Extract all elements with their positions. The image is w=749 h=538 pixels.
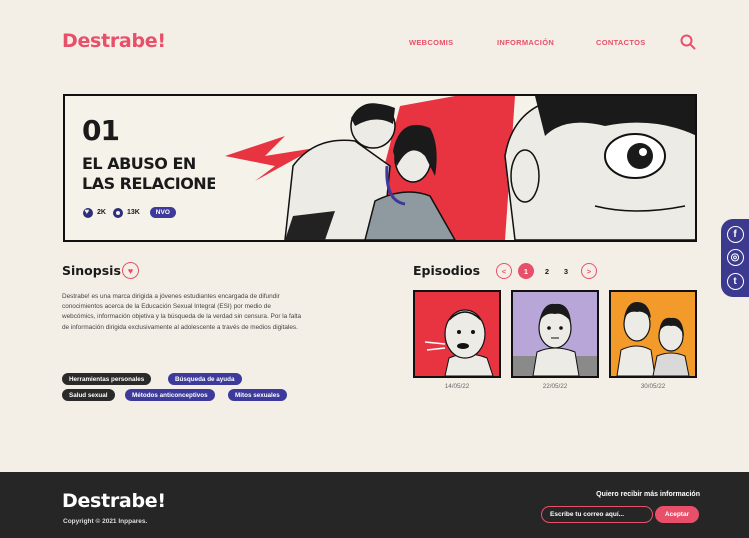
hero-title: EL ABUSO EN LAS RELACIONES [82, 154, 228, 194]
page-1[interactable]: 1 [518, 263, 534, 279]
tag-herramientas[interactable]: Herramientas personales [62, 373, 152, 385]
episode-2-illustration [513, 292, 597, 376]
tag-mitos[interactable]: Mitos sexuales [228, 389, 287, 401]
nav-contactos[interactable]: CONTACTOS [596, 38, 646, 47]
email-field[interactable] [541, 506, 653, 523]
episode-date-3: 30/05/22 [640, 383, 666, 390]
hero-stats: 2K 13K NVO [83, 207, 176, 218]
footer: Destrabe! Copyright © 2021 Inppares. Qui… [0, 472, 749, 538]
nav-webcomis[interactable]: WEBCOMIS [409, 38, 453, 47]
hero-banner[interactable]: 01 EL ABUSO EN LAS RELACIONES 2K 13K NVO [63, 94, 697, 242]
submit-button[interactable]: Aceptar [655, 506, 699, 523]
newsletter-label: Quiero recibir más información [596, 491, 700, 498]
views-count: 13K [126, 209, 140, 216]
new-badge: NVO [149, 207, 176, 218]
page-2[interactable]: 2 [539, 263, 555, 279]
next-page-button[interactable]: > [581, 263, 597, 279]
tag-salud[interactable]: Salud sexual [62, 389, 115, 401]
hero-title-line-1: EL ABUSO EN [82, 154, 196, 173]
episodios-title: Episodios [413, 263, 481, 278]
sinopsis-text: Destrabe! es una marca dirigida a jóvene… [62, 293, 302, 331]
page-3[interactable]: 3 [558, 263, 574, 279]
hero-title-line-2: LAS RELACIONES [82, 174, 228, 193]
logo[interactable]: Destrabe! [62, 30, 166, 52]
episode-date-1: 14/05/22 [444, 383, 470, 390]
sinopsis-title: Sinopsis [62, 263, 121, 278]
episode-3-illustration [611, 292, 695, 376]
episode-thumb-1[interactable] [413, 290, 501, 378]
social-sidebar: f ◎ t [721, 219, 749, 297]
search-icon[interactable] [680, 34, 696, 50]
footer-logo[interactable]: Destrabe! [62, 490, 166, 512]
prev-page-button[interactable]: < [496, 263, 512, 279]
heart-icon [83, 207, 93, 218]
episode-1-illustration [415, 292, 499, 376]
facebook-icon[interactable]: f [726, 226, 744, 244]
nav-informacion[interactable]: INFORMACIÓN [497, 38, 554, 47]
tag-metodos[interactable]: Métodos anticonceptivos [125, 389, 215, 401]
heart-icon[interactable]: ♥ [122, 262, 139, 279]
instagram-icon[interactable]: ◎ [726, 249, 744, 267]
likes-count: 2K [97, 209, 106, 216]
eye-icon [112, 207, 123, 218]
episode-number: 01 [82, 114, 120, 147]
tag-busqueda[interactable]: Búsqueda de ayuda [168, 373, 242, 385]
hero-illustration [215, 96, 695, 240]
episode-thumb-3[interactable] [609, 290, 697, 378]
tumblr-icon[interactable]: t [726, 272, 744, 290]
copyright: Copyright © 2021 Inppares. [63, 518, 148, 525]
episode-thumb-2[interactable] [511, 290, 599, 378]
episode-date-2: 22/05/22 [542, 383, 568, 390]
